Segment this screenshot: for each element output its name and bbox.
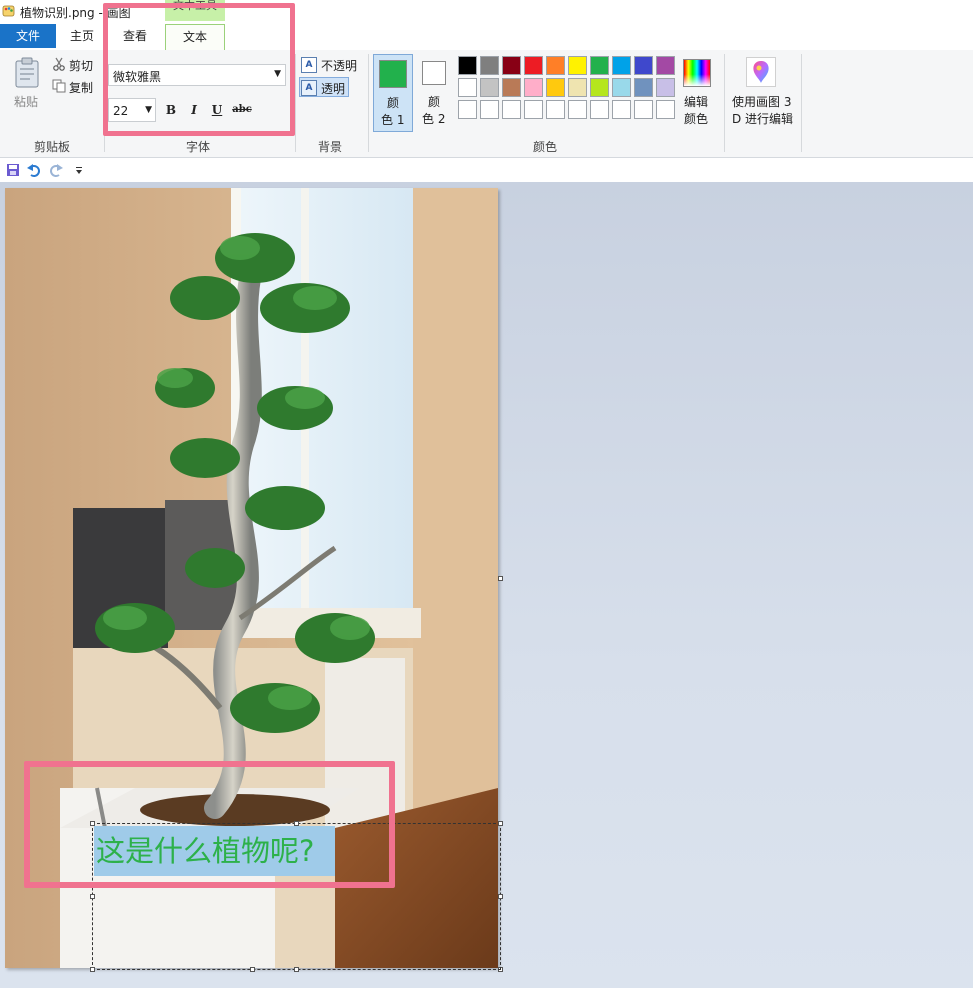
palette-swatch[interactable] xyxy=(458,78,477,97)
transparent-label: 透明 xyxy=(321,82,346,96)
transparent-button[interactable]: A 透明 xyxy=(299,77,349,97)
edit-colors-label-line1: 编辑 xyxy=(684,95,709,109)
palette-swatch[interactable] xyxy=(634,56,653,75)
highlight-box-text-tab xyxy=(103,3,295,136)
copy-icon xyxy=(52,79,66,93)
color2-label-line2: 色 2 xyxy=(422,112,446,126)
palette-swatch[interactable] xyxy=(502,56,521,75)
tab-home[interactable]: 主页 xyxy=(58,24,106,48)
palette-swatch[interactable] xyxy=(590,78,609,97)
copy-label: 复制 xyxy=(69,81,94,95)
paint3d-label-line1: 使用画图 3 xyxy=(732,95,792,109)
palette-swatch[interactable] xyxy=(656,56,675,75)
palette-swatch[interactable] xyxy=(634,100,653,119)
background-group-label: 背景 xyxy=(317,140,342,154)
paste-label: 粘贴 xyxy=(14,95,39,109)
scissors-icon xyxy=(53,57,65,71)
palette-swatch[interactable] xyxy=(568,100,587,119)
palette-swatch[interactable] xyxy=(524,56,543,75)
opaque-button[interactable]: A 不透明 xyxy=(299,56,361,74)
color2-button[interactable]: 颜 色 2 xyxy=(418,54,452,132)
textbox-handle-bm2[interactable] xyxy=(294,967,299,972)
color1-label-line2: 色 1 xyxy=(381,113,405,127)
palette-swatch[interactable] xyxy=(612,100,631,119)
palette-swatch[interactable] xyxy=(546,100,565,119)
transparent-icon: A xyxy=(301,80,317,96)
textbox-handle-tr[interactable] xyxy=(498,821,503,826)
save-icon[interactable] xyxy=(6,163,20,177)
palette-swatch[interactable] xyxy=(590,100,609,119)
color1-label-line1: 颜 xyxy=(387,96,400,110)
redo-icon[interactable] xyxy=(48,162,64,178)
textbox-handle-ml[interactable] xyxy=(90,894,95,899)
separator xyxy=(724,54,725,152)
palette-swatch[interactable] xyxy=(502,78,521,97)
cut-label: 剪切 xyxy=(69,59,94,73)
textbox-handle-bl[interactable] xyxy=(90,967,95,972)
separator xyxy=(801,54,802,152)
palette-swatch[interactable] xyxy=(612,78,631,97)
copy-button[interactable]: 复制 xyxy=(52,79,97,95)
textbox-handle-bm[interactable] xyxy=(250,967,255,972)
edit-colors-label-line2: 颜色 xyxy=(684,112,709,126)
color2-swatch xyxy=(422,61,446,85)
undo-icon[interactable] xyxy=(26,162,42,178)
palette-swatch[interactable] xyxy=(524,100,543,119)
color1-button[interactable]: 颜 色 1 xyxy=(373,54,413,132)
clipboard-group-label: 剪贴板 xyxy=(33,140,70,154)
quick-access-toolbar xyxy=(0,158,973,182)
clipboard-paste-icon xyxy=(15,57,39,88)
palette-swatch[interactable] xyxy=(656,100,675,119)
palette-swatch[interactable] xyxy=(634,78,653,97)
paint3d-icon xyxy=(746,57,776,87)
palette-swatch[interactable] xyxy=(480,56,499,75)
color2-label-line1: 颜 xyxy=(428,95,441,109)
colors-group-label: 颜色 xyxy=(532,140,557,154)
palette-swatch[interactable] xyxy=(524,78,543,97)
textbox-handle-mr[interactable] xyxy=(498,894,503,899)
palette-swatch[interactable] xyxy=(458,100,477,119)
palette-swatch[interactable] xyxy=(656,78,675,97)
palette-swatch[interactable] xyxy=(612,56,631,75)
paint3d-label-line2: D 进行编辑 xyxy=(732,112,794,126)
palette-swatch[interactable] xyxy=(458,56,477,75)
font-group-label: 字体 xyxy=(185,140,210,154)
highlight-box-text-content xyxy=(24,761,395,888)
opaque-icon: A xyxy=(301,57,317,73)
palette-swatch[interactable] xyxy=(546,78,565,97)
color1-swatch xyxy=(379,60,407,88)
palette-swatch[interactable] xyxy=(590,56,609,75)
palette-swatch[interactable] xyxy=(480,100,499,119)
opaque-label: 不透明 xyxy=(321,59,358,73)
separator xyxy=(368,54,369,152)
separator xyxy=(295,54,296,152)
palette-swatch[interactable] xyxy=(568,78,587,97)
cut-button[interactable]: 剪切 xyxy=(52,57,97,73)
paste-button[interactable]: 粘贴 xyxy=(8,54,46,114)
paint-app-icon xyxy=(2,5,15,17)
tab-file[interactable]: 文件 xyxy=(0,24,56,48)
customize-dropdown-icon[interactable] xyxy=(74,166,84,176)
palette-swatch[interactable] xyxy=(546,56,565,75)
palette-swatch[interactable] xyxy=(502,100,521,119)
canvas-resize-handle-right[interactable] xyxy=(498,576,503,581)
palette-swatch[interactable] xyxy=(568,56,587,75)
color-spectrum-icon xyxy=(683,59,711,87)
palette-swatch[interactable] xyxy=(480,78,499,97)
